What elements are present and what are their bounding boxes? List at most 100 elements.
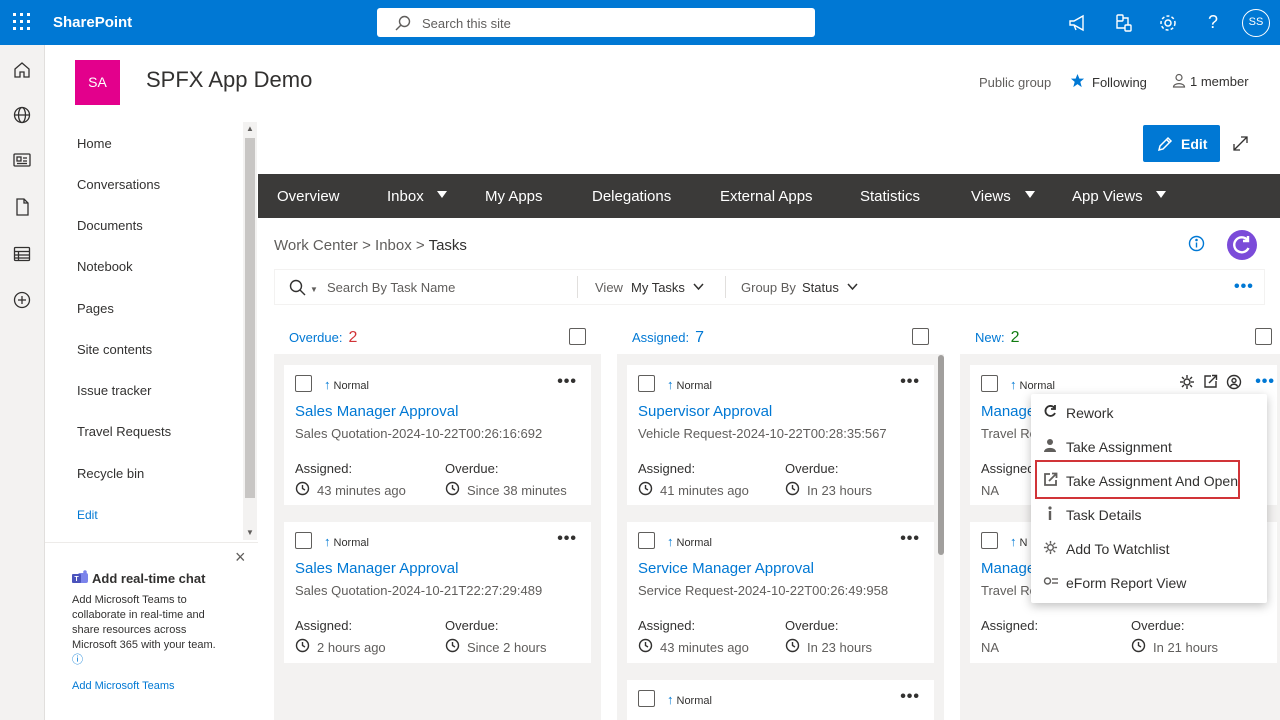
megaphone-icon[interactable] <box>1067 12 1089 34</box>
tab-app-views[interactable]: App Views <box>1072 188 1143 205</box>
task-title[interactable]: Sales Manager Approval <box>295 403 458 420</box>
following-button[interactable]: Following <box>1092 75 1147 90</box>
more-options-icon[interactable]: ••• <box>557 373 577 391</box>
nav-item-conversations[interactable]: Conversations <box>77 177 160 192</box>
task-title[interactable]: Supervisor Approval <box>638 403 772 420</box>
chevron-down-icon[interactable]: ▼ <box>310 285 318 294</box>
site-search-box[interactable]: Search this site <box>377 8 815 37</box>
menu-item-add-to-watchlist[interactable]: Add To Watchlist <box>1031 533 1267 563</box>
task-title[interactable]: Manage <box>981 403 1035 420</box>
gear-icon[interactable] <box>1157 12 1179 34</box>
task-checkbox[interactable] <box>981 375 998 392</box>
group-by-dropdown[interactable]: Status <box>802 280 839 295</box>
document-icon[interactable] <box>12 197 32 217</box>
task-checkbox[interactable] <box>638 690 655 707</box>
task-title[interactable]: Manage <box>981 560 1035 577</box>
priority-label: ↑ Normal <box>667 377 712 392</box>
tab-views[interactable]: Views <box>971 188 1011 205</box>
task-card[interactable]: ↑ Normal ••• <box>627 680 934 720</box>
tab-delegations[interactable]: Delegations <box>592 188 671 205</box>
members-button[interactable]: 1 member <box>1190 74 1249 89</box>
close-icon[interactable]: × <box>235 548 246 566</box>
more-options-icon[interactable]: ••• <box>1255 373 1275 391</box>
edit-page-button[interactable]: Edit <box>1143 125 1220 162</box>
list-icon[interactable] <box>12 244 32 264</box>
site-title[interactable]: SPFX App Demo <box>146 67 312 93</box>
task-checkbox[interactable] <box>981 532 998 549</box>
menu-item-take-assignment[interactable]: Take Assignment <box>1031 431 1267 461</box>
add-teams-link[interactable]: Add Microsoft Teams <box>72 680 175 692</box>
chevron-down-icon[interactable] <box>1156 191 1166 198</box>
scroll-up-icon[interactable]: ▲ <box>246 124 254 133</box>
select-all-checkbox[interactable] <box>912 328 929 345</box>
refresh-icon <box>1233 236 1250 254</box>
nav-edit-link[interactable]: Edit <box>77 508 98 522</box>
info-icon[interactable] <box>1188 235 1205 252</box>
home-icon[interactable] <box>12 60 32 80</box>
tab-my-apps[interactable]: My Apps <box>485 188 543 205</box>
more-options-icon[interactable]: ••• <box>900 373 920 391</box>
nav-item-issue-tracker[interactable]: Issue tracker <box>77 383 151 398</box>
nav-item-site-contents[interactable]: Site contents <box>77 342 152 357</box>
arrow-up-icon: ↑ <box>667 692 674 707</box>
star-icon[interactable] <box>1070 73 1085 88</box>
nav-item-notebook[interactable]: Notebook <box>77 259 133 274</box>
chevron-down-icon[interactable] <box>846 280 859 293</box>
task-checkbox[interactable] <box>295 375 312 392</box>
column-scrollbar[interactable] <box>938 355 944 555</box>
menu-item-task-details[interactable]: Task Details <box>1031 499 1267 529</box>
task-card[interactable]: ↑ Normal ••• Supervisor Approval Vehicle … <box>627 365 934 505</box>
refresh-button[interactable] <box>1227 230 1257 260</box>
watchlist-icon[interactable] <box>1179 374 1195 390</box>
task-checkbox[interactable] <box>295 532 312 549</box>
add-icon[interactable] <box>12 290 32 310</box>
expand-icon[interactable] <box>1232 135 1249 152</box>
task-title[interactable]: Service Manager Approval <box>638 560 814 577</box>
tab-statistics[interactable]: Statistics <box>860 188 920 205</box>
nav-item-home[interactable]: Home <box>77 136 112 151</box>
nav-scrollbar-thumb[interactable] <box>245 138 255 498</box>
search-icon[interactable] <box>289 279 306 296</box>
tab-external-apps[interactable]: External Apps <box>720 188 813 205</box>
help-icon[interactable]: ? <box>1202 12 1224 34</box>
chevron-down-icon[interactable] <box>1025 191 1035 198</box>
more-options-icon[interactable]: ••• <box>1234 278 1254 296</box>
task-title[interactable]: Sales Manager Approval <box>295 560 458 577</box>
person-add-icon[interactable] <box>1226 374 1242 390</box>
breadcrumb-inbox[interactable]: Inbox <box>375 237 412 254</box>
task-card[interactable]: ↑ Normal ••• Sales Manager Approval Sales… <box>284 522 591 663</box>
info-icon[interactable]: ⓘ <box>72 654 83 666</box>
menu-item-rework[interactable]: Rework <box>1031 397 1267 427</box>
task-checkbox[interactable] <box>638 532 655 549</box>
breadcrumb-work-center[interactable]: Work Center <box>274 237 358 254</box>
site-logo[interactable]: SA <box>75 60 120 105</box>
news-icon[interactable] <box>12 150 32 170</box>
view-dropdown[interactable]: My Tasks <box>631 280 685 295</box>
nav-item-travel-requests[interactable]: Travel Requests <box>77 424 171 439</box>
nav-item-documents[interactable]: Documents <box>77 218 143 233</box>
task-card[interactable]: ↑ Normal ••• Service Manager Approval Ser… <box>627 522 934 663</box>
user-avatar[interactable]: SS <box>1242 9 1270 37</box>
select-all-checkbox[interactable] <box>569 328 586 345</box>
share-icon[interactable] <box>1113 12 1135 34</box>
task-search-input[interactable]: Search By Task Name <box>327 280 455 295</box>
more-options-icon[interactable]: ••• <box>900 530 920 548</box>
open-external-icon[interactable] <box>1203 374 1218 389</box>
nav-item-recycle-bin[interactable]: Recycle bin <box>77 466 144 481</box>
tab-overview[interactable]: Overview <box>277 188 340 205</box>
tab-inbox[interactable]: Inbox <box>387 188 424 205</box>
select-all-checkbox[interactable] <box>1255 328 1272 345</box>
globe-icon[interactable] <box>12 105 32 125</box>
task-card[interactable]: ↑ Normal ••• Sales Manager Approval Sales… <box>284 365 591 505</box>
chevron-down-icon[interactable] <box>692 280 705 293</box>
arrow-up-icon: ↑ <box>1010 534 1017 549</box>
brand-name[interactable]: SharePoint <box>53 14 132 31</box>
nav-item-pages[interactable]: Pages <box>77 301 114 316</box>
app-launcher-icon[interactable] <box>12 12 32 32</box>
task-checkbox[interactable] <box>638 375 655 392</box>
menu-item-eform-report-view[interactable]: eForm Report View <box>1031 567 1267 597</box>
chevron-down-icon[interactable] <box>437 191 447 198</box>
more-options-icon[interactable]: ••• <box>900 688 920 706</box>
scroll-down-icon[interactable]: ▼ <box>246 528 254 537</box>
more-options-icon[interactable]: ••• <box>557 530 577 548</box>
